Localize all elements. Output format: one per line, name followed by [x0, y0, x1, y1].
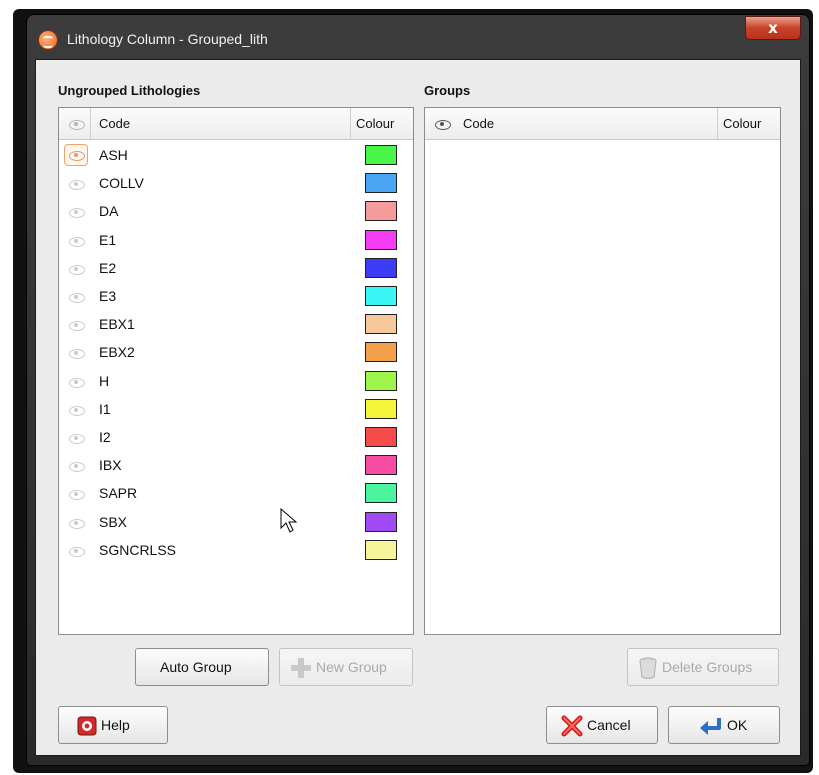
column-header-colour[interactable]: Colour [356, 108, 394, 140]
lithology-row[interactable]: ASH [59, 141, 413, 169]
eye-icon[interactable] [69, 434, 85, 444]
delete-groups-button[interactable]: Delete Groups [627, 648, 779, 686]
lithology-code: EBX2 [99, 344, 135, 361]
lithology-code: SBX [99, 513, 128, 530]
help-label: Help [101, 717, 130, 733]
lifebuoy-icon [77, 716, 97, 736]
dialog-client-area: Ungrouped Lithologies Code Colour ASH COL… [35, 59, 801, 756]
cancel-button[interactable]: Cancel [546, 706, 658, 744]
column-header-code[interactable]: Code [99, 108, 130, 140]
eye-icon[interactable] [69, 377, 85, 388]
close-icon: x [768, 19, 778, 37]
lithology-row[interactable]: I2 [59, 423, 413, 451]
lithology-code: E1 [99, 231, 117, 248]
column-header-code[interactable]: Code [463, 108, 494, 140]
groups-list[interactable]: Code Colour [424, 107, 781, 635]
lithology-row[interactable]: DA [59, 197, 413, 225]
lithology-row[interactable]: E3 [59, 282, 413, 310]
lithology-code: E3 [99, 288, 117, 304]
colour-swatch[interactable] [365, 145, 397, 165]
new-group-button[interactable]: New Group [279, 648, 413, 686]
lithology-row[interactable]: I1 [59, 395, 413, 423]
eye-icon[interactable] [435, 120, 451, 130]
lithology-row[interactable]: EBX1 [59, 310, 413, 338]
colour-swatch[interactable] [365, 286, 397, 306]
lithology-code: SAPR [99, 485, 138, 502]
lithology-row[interactable]: COLLV [59, 169, 413, 197]
cancel-label: Cancel [587, 717, 631, 733]
colour-swatch[interactable] [365, 427, 397, 447]
colour-swatch[interactable] [365, 257, 397, 278]
eye-icon[interactable] [69, 546, 85, 557]
app-icon [39, 31, 57, 49]
lithology-row[interactable]: SAPR [59, 479, 413, 507]
lithology-code: SGNCRLSS [99, 541, 177, 558]
visibility-toggle[interactable] [64, 144, 88, 166]
ok-button[interactable]: OK [668, 706, 780, 744]
eye-icon[interactable] [69, 264, 85, 275]
lithology-code: DA [99, 203, 119, 220]
colour-swatch[interactable] [365, 398, 397, 419]
enter-arrow-icon [700, 718, 721, 735]
colour-swatch[interactable] [365, 511, 397, 532]
lithology-code: E2 [99, 259, 117, 276]
eye-icon[interactable] [69, 349, 85, 360]
colour-swatch[interactable] [365, 173, 397, 194]
eye-icon[interactable] [69, 462, 85, 473]
ok-label: OK [727, 717, 748, 733]
close-button[interactable]: x [745, 16, 801, 40]
mouse-cursor-icon [280, 508, 298, 533]
help-button[interactable]: Help [58, 706, 168, 744]
lithology-row[interactable]: EBX2 [59, 338, 413, 366]
colour-swatch[interactable] [365, 314, 397, 335]
eye-icon[interactable] [69, 180, 85, 191]
colour-swatch[interactable] [365, 201, 397, 222]
dialog-window: Lithology Column - Grouped_lith x Ungrou… [27, 15, 809, 765]
groups-header: Code Colour [425, 108, 780, 140]
eye-icon[interactable] [69, 405, 85, 416]
lithology-row[interactable]: SBX [59, 508, 413, 536]
eye-icon[interactable] [69, 120, 85, 130]
colour-swatch[interactable] [365, 229, 397, 250]
lithology-row[interactable]: E1 [59, 226, 413, 254]
eye-icon[interactable] [69, 490, 85, 501]
red-x-icon [561, 715, 583, 737]
column-header-colour[interactable]: Colour [723, 108, 761, 140]
lithology-code: EBX1 [99, 316, 135, 333]
ungrouped-list[interactable]: Code Colour ASH COLLV DA E1 E2 E3 EBX1 EBX2 H I1 I… [58, 107, 414, 635]
eye-icon [69, 151, 85, 161]
groups-title: Groups [424, 83, 471, 98]
auto-group-button[interactable]: Auto Group [135, 648, 269, 686]
lithology-code: I2 [99, 429, 111, 445]
title-bar[interactable]: Lithology Column - Grouped_lith x [27, 15, 809, 59]
eye-icon[interactable] [69, 293, 85, 303]
plus-icon [291, 658, 311, 678]
trash-icon [639, 657, 657, 679]
lithology-code: IBX [99, 457, 122, 474]
delete-groups-label: Delete Groups [662, 659, 753, 675]
eye-icon[interactable] [69, 236, 85, 247]
lithology-code: ASH [99, 147, 128, 163]
new-group-label: New Group [316, 659, 387, 675]
colour-swatch[interactable] [365, 539, 397, 560]
ungrouped-title: Ungrouped Lithologies [58, 83, 201, 98]
eye-icon[interactable] [69, 518, 85, 529]
lithology-row[interactable]: H [59, 367, 413, 395]
colour-swatch[interactable] [365, 342, 397, 363]
eye-icon[interactable] [69, 208, 85, 219]
colour-swatch[interactable] [365, 370, 397, 391]
colour-swatch[interactable] [365, 483, 397, 504]
colour-swatch[interactable] [365, 455, 397, 476]
lithology-code: H [99, 372, 110, 389]
lithology-row[interactable]: IBX [59, 451, 413, 479]
eye-icon[interactable] [69, 321, 85, 332]
lithology-code: COLLV [99, 175, 144, 192]
lithology-row[interactable]: SGNCRLSS [59, 536, 413, 564]
auto-group-label: Auto Group [160, 659, 232, 675]
lithology-code: I1 [99, 400, 111, 417]
window-title: Lithology Column - Grouped_lith [67, 31, 268, 47]
ungrouped-header: Code Colour [59, 108, 413, 140]
lithology-row[interactable]: E2 [59, 254, 413, 282]
